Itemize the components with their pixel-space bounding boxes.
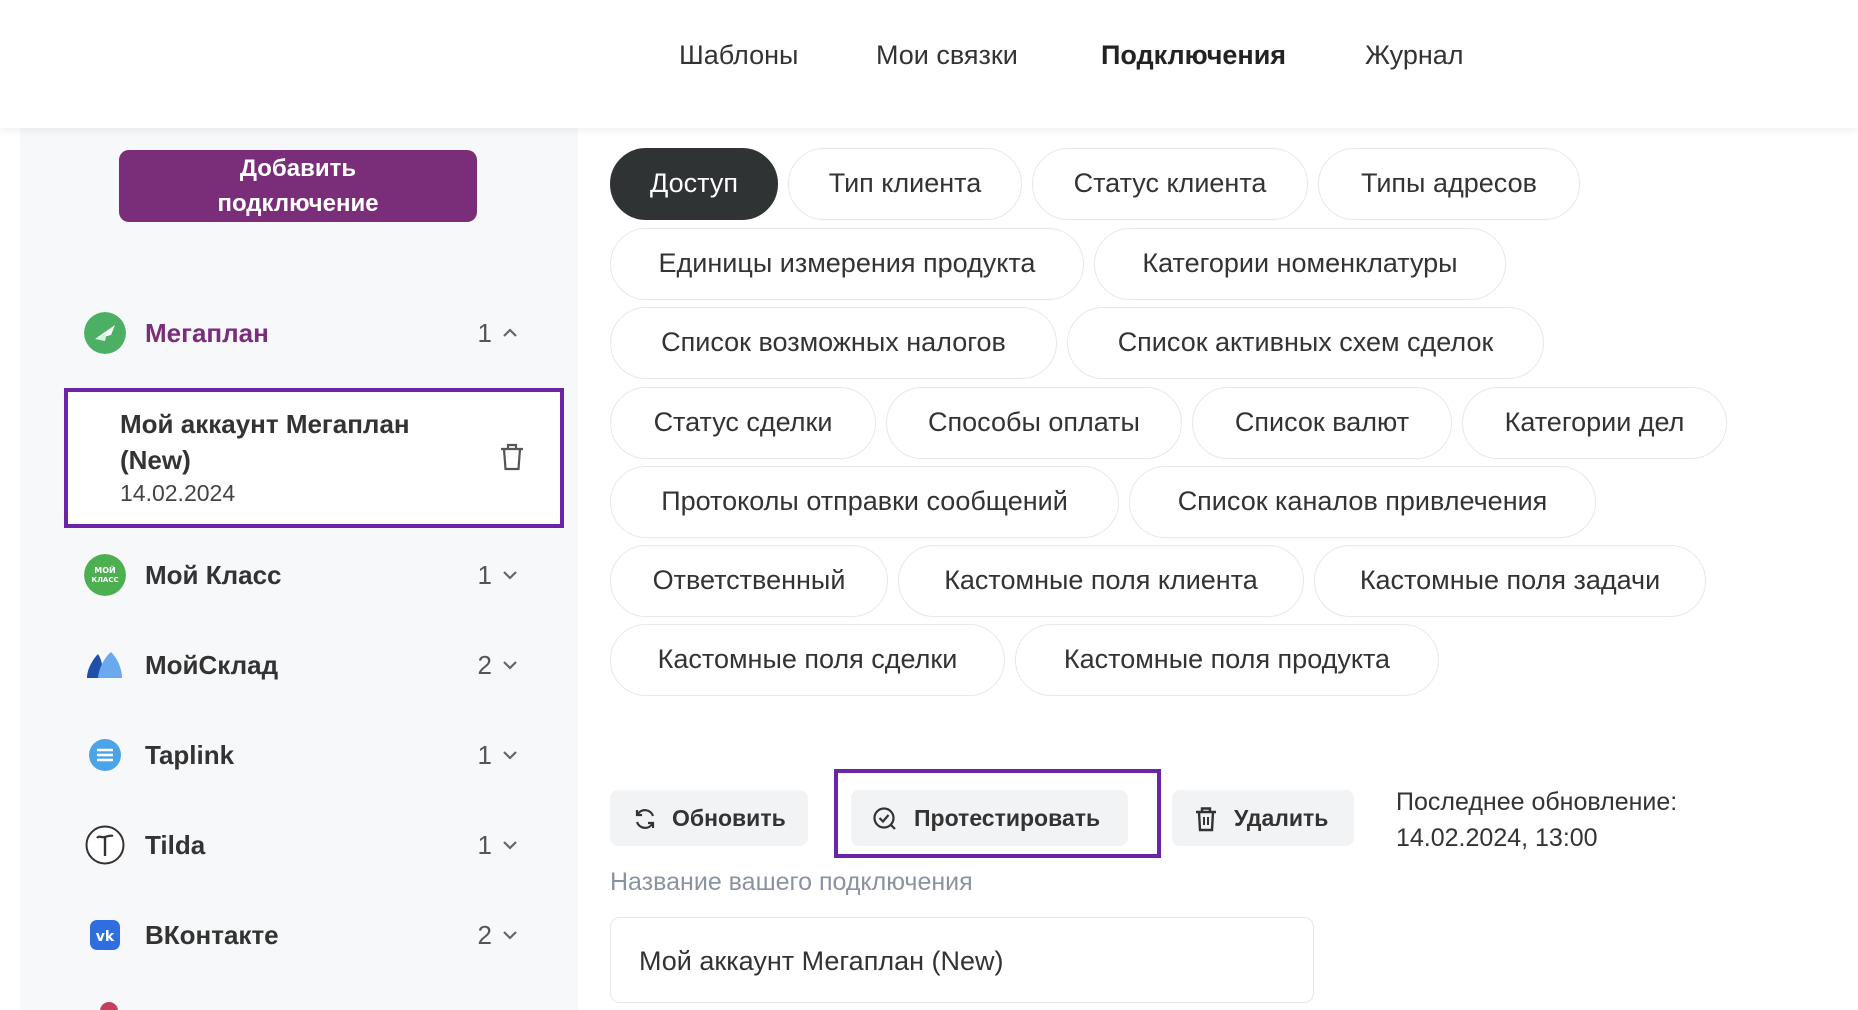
sidebar-item-label: ВКонтакте bbox=[145, 920, 279, 950]
chip-deal-status[interactable]: Статус сделки bbox=[610, 387, 876, 459]
chip-acquisition-channels[interactable]: Список каналов привлечения bbox=[1129, 466, 1596, 538]
chip-message-protocols[interactable]: Протоколы отправки сообщений bbox=[610, 466, 1119, 538]
chip-client-custom-fields[interactable]: Кастомные поля клиента bbox=[898, 545, 1304, 617]
nav-tab-journal[interactable]: Журнал bbox=[1365, 40, 1464, 71]
chip-client-status[interactable]: Статус клиента bbox=[1032, 148, 1308, 220]
add-connection-button[interactable]: Добавить подключение bbox=[119, 150, 477, 222]
sidebar-item-count: 1 bbox=[477, 318, 492, 348]
refresh-label: Обновить bbox=[672, 805, 786, 831]
sidebar: Добавить подключение Мегаплан 1 Мой акка… bbox=[20, 128, 578, 1010]
svg-text:КЛАСС: КЛАСС bbox=[91, 576, 118, 584]
vk-logo-icon: vk bbox=[90, 920, 120, 950]
connection-name-label: Название вашего подключения bbox=[610, 868, 973, 896]
chevron-down-icon[interactable] bbox=[500, 568, 520, 582]
chevron-down-icon[interactable] bbox=[500, 928, 520, 942]
last-update-label: Последнее обновление: bbox=[1396, 788, 1678, 816]
account-name: Мой аккаунт Мегаплан (New) bbox=[120, 409, 410, 475]
moyklass-logo-icon: МОЙ КЛАСС bbox=[84, 554, 126, 596]
moysklad-logo-icon bbox=[87, 652, 122, 678]
svg-text:МОЙ: МОЙ bbox=[94, 564, 115, 575]
sidebar-item-count: 1 bbox=[477, 740, 492, 770]
tilda-logo-icon bbox=[85, 825, 125, 865]
sidebar-item-count: 1 bbox=[477, 560, 492, 590]
nav-tab-templates[interactable]: Шаблоны bbox=[679, 40, 798, 71]
delete-button[interactable]: Удалить bbox=[1172, 790, 1354, 846]
sidebar-item-label: Мегаплан bbox=[145, 318, 269, 348]
sidebar-item-label: Taplink bbox=[145, 740, 235, 770]
chip-product-units[interactable]: Единицы измерения продукта bbox=[610, 228, 1084, 300]
chip-product-custom-fields[interactable]: Кастомные поля продукта bbox=[1015, 624, 1439, 696]
chevron-down-icon[interactable] bbox=[500, 748, 520, 762]
chip-access[interactable]: Доступ bbox=[610, 148, 778, 220]
chip-responsible[interactable]: Ответственный bbox=[610, 545, 888, 617]
sidebar-item-count: 1 bbox=[477, 830, 492, 860]
sidebar-item-partial-icon bbox=[100, 1002, 118, 1010]
chevron-down-icon[interactable] bbox=[500, 838, 520, 852]
chip-address-types[interactable]: Типы адресов bbox=[1318, 148, 1580, 220]
last-update: Последнее обновление: 14.02.2024, 13:00 bbox=[1396, 784, 1677, 856]
account-card[interactable]: Мой аккаунт Мегаплан (New) 14.02.2024 bbox=[64, 388, 564, 528]
sidebar-item-taplink[interactable]: Taplink 1 bbox=[80, 726, 550, 782]
trash-icon[interactable] bbox=[498, 442, 526, 472]
nav-tab-connections[interactable]: Подключения bbox=[1101, 40, 1286, 71]
nav-tab-my-links[interactable]: Мои связки bbox=[876, 40, 1018, 71]
svg-text:vk: vk bbox=[96, 929, 115, 945]
chip-deal-custom-fields[interactable]: Кастомные поля сделки bbox=[610, 624, 1005, 696]
chip-nomenclature-categories[interactable]: Категории номенклатуры bbox=[1094, 228, 1506, 300]
chevron-up-icon[interactable] bbox=[500, 326, 520, 340]
sidebar-item-count: 2 bbox=[477, 650, 492, 680]
chip-deal-schemes[interactable]: Список активных схем сделок bbox=[1067, 307, 1544, 379]
last-update-value: 14.02.2024, 13:00 bbox=[1396, 824, 1598, 852]
chevron-down-icon[interactable] bbox=[500, 658, 520, 672]
chip-task-categories[interactable]: Категории дел bbox=[1462, 387, 1727, 459]
sidebar-item-moyklass[interactable]: МОЙ КЛАСС Мой Класс 1 bbox=[80, 546, 550, 602]
sidebar-item-moysklad[interactable]: МойСклад 2 bbox=[80, 636, 550, 692]
sidebar-item-label: Tilda bbox=[145, 830, 206, 860]
chip-currencies[interactable]: Список валют bbox=[1192, 387, 1452, 459]
sidebar-item-label: Мой Класс bbox=[145, 560, 282, 590]
trash-icon bbox=[1196, 807, 1216, 832]
connection-name-input[interactable]: Мой аккаунт Мегаплан (New) bbox=[610, 917, 1314, 1003]
top-navigation: Шаблоны Мои связки Подключения Журнал bbox=[0, 0, 1858, 128]
add-connection-label-line1: Добавить bbox=[239, 155, 357, 182]
taplink-logo-icon bbox=[89, 739, 121, 771]
sidebar-item-tilda[interactable]: Tilda 1 bbox=[80, 816, 550, 872]
chip-taxes-list[interactable]: Список возможных налогов bbox=[610, 307, 1057, 379]
chip-client-type[interactable]: Тип клиента bbox=[788, 148, 1022, 220]
account-date: 14.02.2024 bbox=[120, 480, 236, 506]
test-button-highlight bbox=[834, 769, 1161, 858]
delete-label: Удалить bbox=[1234, 805, 1329, 831]
chip-payment-methods[interactable]: Способы оплаты bbox=[886, 387, 1182, 459]
chip-task-custom-fields[interactable]: Кастомные поля задачи bbox=[1314, 545, 1706, 617]
add-connection-label-line2: подключение bbox=[217, 190, 379, 217]
sidebar-item-megaplan[interactable]: Мегаплан 1 bbox=[80, 304, 550, 360]
sidebar-item-count: 2 bbox=[477, 920, 492, 950]
refresh-button[interactable]: Обновить bbox=[610, 790, 808, 846]
sidebar-item-vkontakte[interactable]: vk ВКонтакте 2 bbox=[80, 906, 550, 962]
megaplan-logo-icon bbox=[84, 312, 126, 354]
sidebar-item-label: МойСклад bbox=[145, 650, 279, 680]
refresh-icon bbox=[635, 809, 655, 829]
